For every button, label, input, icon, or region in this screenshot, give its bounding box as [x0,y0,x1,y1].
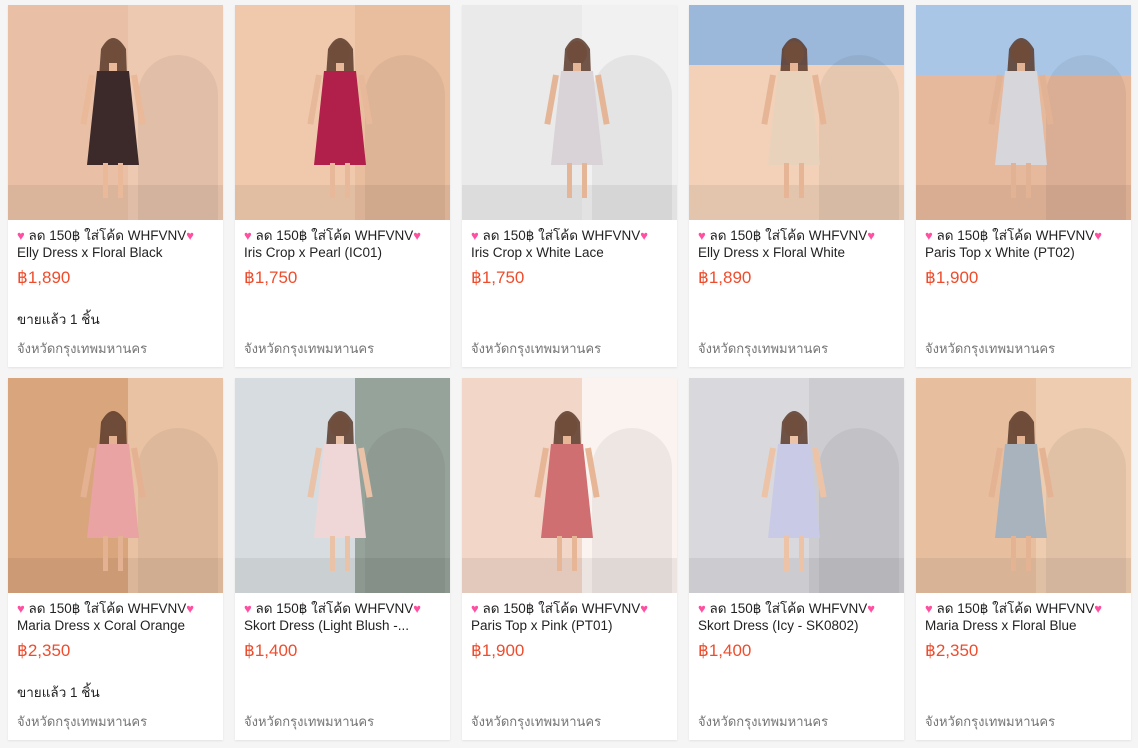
heart-icon: ♥ [186,228,194,243]
product-card[interactable]: ♥ ลด 150฿ ใส่โค้ด WHFVNV♥ Paris Top x Pi… [462,378,677,740]
product-image[interactable] [916,5,1131,220]
product-image[interactable] [689,378,904,593]
product-image[interactable] [235,5,450,220]
promo-text: ลด 150฿ ใส่โค้ด WHFVNV [28,228,187,243]
product-price: ฿1,400 [244,641,298,660]
heart-icon: ♥ [186,601,194,616]
promo-text: ลด 150฿ ใส่โค้ด WHFVNV [936,601,1095,616]
heart-icon: ♥ [244,601,252,616]
product-card[interactable]: ♥ ลด 150฿ ใส่โค้ด WHFVNV♥ Elly Dress x F… [8,5,223,367]
heart-icon: ♥ [867,601,875,616]
shop-location: จังหวัดกรุงเทพมหานคร [698,341,829,356]
heart-icon: ♥ [244,228,252,243]
product-title[interactable]: ♥ ลด 150฿ ใส่โค้ด WHFVNV♥ Maria Dress x … [17,600,217,634]
product-name: Iris Crop x Pearl (IC01) [244,245,383,260]
product-card[interactable]: ♥ ลด 150฿ ใส่โค้ด WHFVNV♥ Maria Dress x … [916,378,1131,740]
product-image[interactable] [8,5,223,220]
product-image[interactable] [462,5,677,220]
product-title[interactable]: ♥ ลด 150฿ ใส่โค้ด WHFVNV♥ Maria Dress x … [925,600,1125,634]
promo-text: ลด 150฿ ใส่โค้ด WHFVNV [482,601,641,616]
shop-location: จังหวัดกรุงเทพมหานคร [17,341,148,356]
promo-text: ลด 150฿ ใส่โค้ด WHFVNV [709,228,868,243]
heart-icon: ♥ [1094,228,1102,243]
product-name: Skort Dress (Light Blush -... [244,618,410,633]
shop-location: จังหวัดกรุงเทพมหานคร [698,714,829,729]
heart-icon: ♥ [413,228,421,243]
product-price: ฿1,750 [471,268,525,287]
product-title[interactable]: ♥ ลด 150฿ ใส่โค้ด WHFVNV♥ Elly Dress x F… [17,227,217,261]
sold-count: ขายแล้ว 1 ชิ้น [17,312,100,327]
product-card[interactable]: ♥ ลด 150฿ ใส่โค้ด WHFVNV♥ Maria Dress x … [8,378,223,740]
product-name: Iris Crop x White Lace [471,245,604,260]
product-card[interactable]: ♥ ลด 150฿ ใส่โค้ด WHFVNV♥ Iris Crop x Pe… [235,5,450,367]
shop-location: จังหวัดกรุงเทพมหานคร [471,341,602,356]
product-image[interactable] [8,378,223,593]
heart-icon: ♥ [413,601,421,616]
promo-text: ลด 150฿ ใส่โค้ด WHFVNV [709,601,868,616]
product-price: ฿1,890 [17,268,71,287]
product-image[interactable] [689,5,904,220]
product-card[interactable]: ♥ ลด 150฿ ใส่โค้ด WHFVNV♥ Skort Dress (I… [689,378,904,740]
heart-icon: ♥ [17,228,25,243]
product-price: ฿2,350 [17,641,71,660]
product-title[interactable]: ♥ ลด 150฿ ใส่โค้ด WHFVNV♥ Skort Dress (I… [698,600,898,634]
product-card[interactable]: ♥ ลด 150฿ ใส่โค้ด WHFVNV♥ Elly Dress x F… [689,5,904,367]
shop-location: จังหวัดกรุงเทพมหานคร [925,714,1056,729]
heart-icon: ♥ [698,601,706,616]
product-title[interactable]: ♥ ลด 150฿ ใส่โค้ด WHFVNV♥ Skort Dress (L… [244,600,444,634]
heart-icon: ♥ [640,228,648,243]
promo-text: ลด 150฿ ใส่โค้ด WHFVNV [255,601,414,616]
product-title[interactable]: ♥ ลด 150฿ ใส่โค้ด WHFVNV♥ Iris Crop x Wh… [471,227,671,261]
shop-location: จังหวัดกรุงเทพมหานคร [17,714,148,729]
heart-icon: ♥ [867,228,875,243]
product-name: Elly Dress x Floral Black [17,245,163,260]
promo-text: ลด 150฿ ใส่โค้ด WHFVNV [936,228,1095,243]
product-price: ฿1,400 [698,641,752,660]
heart-icon: ♥ [925,228,933,243]
product-name: Maria Dress x Coral Orange [17,618,186,633]
promo-text: ลด 150฿ ใส่โค้ด WHFVNV [482,228,641,243]
product-price: ฿1,900 [925,268,979,287]
product-image[interactable] [235,378,450,593]
product-name: Elly Dress x Floral White [698,245,846,260]
shop-location: จังหวัดกรุงเทพมหานคร [244,714,375,729]
product-title[interactable]: ♥ ลด 150฿ ใส่โค้ด WHFVNV♥ Paris Top x Wh… [925,227,1125,261]
shop-location: จังหวัดกรุงเทพมหานคร [244,341,375,356]
product-price: ฿1,890 [698,268,752,287]
sold-count: ขายแล้ว 1 ชิ้น [17,685,100,700]
product-title[interactable]: ♥ ลด 150฿ ใส่โค้ด WHFVNV♥ Paris Top x Pi… [471,600,671,634]
promo-text: ลด 150฿ ใส่โค้ด WHFVNV [255,228,414,243]
heart-icon: ♥ [17,601,25,616]
heart-icon: ♥ [925,601,933,616]
heart-icon: ♥ [471,601,479,616]
product-price: ฿1,750 [244,268,298,287]
product-name: Paris Top x Pink (PT01) [471,618,613,633]
product-name: Paris Top x White (PT02) [925,245,1075,260]
product-grid: ♥ ลด 150฿ ใส่โค้ด WHFVNV♥ Elly Dress x F… [0,0,1138,748]
heart-icon: ♥ [471,228,479,243]
product-title[interactable]: ♥ ลด 150฿ ใส่โค้ด WHFVNV♥ Elly Dress x F… [698,227,898,261]
heart-icon: ♥ [698,228,706,243]
product-title[interactable]: ♥ ลด 150฿ ใส่โค้ด WHFVNV♥ Iris Crop x Pe… [244,227,444,261]
product-card[interactable]: ♥ ลด 150฿ ใส่โค้ด WHFVNV♥ Skort Dress (L… [235,378,450,740]
promo-text: ลด 150฿ ใส่โค้ด WHFVNV [28,601,187,616]
product-price: ฿1,900 [471,641,525,660]
heart-icon: ♥ [640,601,648,616]
product-price: ฿2,350 [925,641,979,660]
product-card[interactable]: ♥ ลด 150฿ ใส่โค้ด WHFVNV♥ Iris Crop x Wh… [462,5,677,367]
product-image[interactable] [462,378,677,593]
product-name: Skort Dress (Icy - SK0802) [698,618,859,633]
product-image[interactable] [916,378,1131,593]
product-card[interactable]: ♥ ลด 150฿ ใส่โค้ด WHFVNV♥ Paris Top x Wh… [916,5,1131,367]
heart-icon: ♥ [1094,601,1102,616]
shop-location: จังหวัดกรุงเทพมหานคร [471,714,602,729]
product-name: Maria Dress x Floral Blue [925,618,1077,633]
shop-location: จังหวัดกรุงเทพมหานคร [925,341,1056,356]
